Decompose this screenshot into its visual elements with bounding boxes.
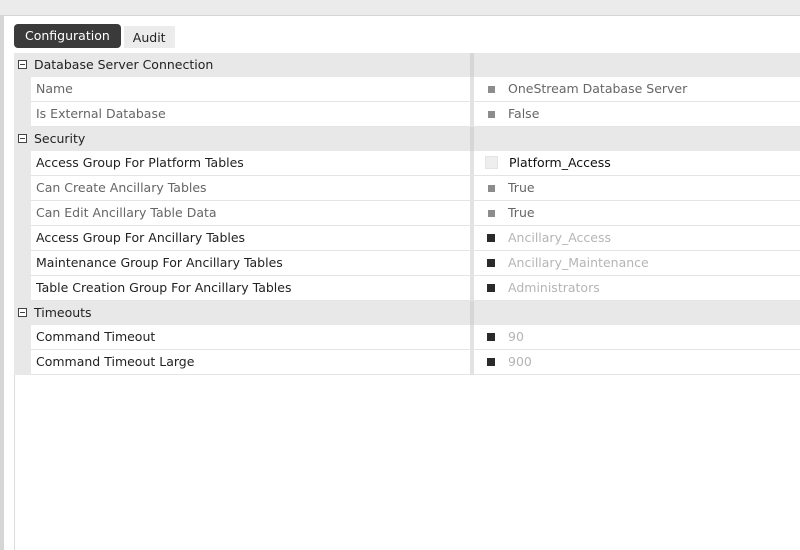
left-panel-edge bbox=[0, 16, 4, 550]
column-splitter bbox=[470, 176, 474, 200]
column-splitter bbox=[470, 201, 474, 225]
row-gutter bbox=[14, 325, 31, 350]
property-row-command-timeout[interactable]: Command Timeout 90 bbox=[14, 325, 800, 350]
category-security[interactable]: Security bbox=[14, 127, 800, 151]
property-row-can-edit-ancillary-table-data[interactable]: Can Edit Ancillary Table Data True bbox=[14, 201, 800, 226]
property-value[interactable]: Platform_Access bbox=[509, 151, 611, 175]
row-gutter bbox=[14, 350, 31, 375]
category-label: Security bbox=[34, 131, 86, 146]
property-row-table-creation-group-ancillary-tables[interactable]: Table Creation Group For Ancillary Table… bbox=[14, 276, 800, 301]
property-value: False bbox=[508, 106, 540, 121]
inherited-indicator-icon bbox=[487, 333, 495, 341]
column-splitter bbox=[470, 251, 474, 275]
column-splitter[interactable] bbox=[470, 53, 474, 77]
column-splitter bbox=[470, 226, 474, 250]
property-label: Access Group For Ancillary Tables bbox=[36, 230, 246, 245]
property-row-access-group-platform-tables[interactable]: Access Group For Platform Tables Platfor… bbox=[14, 151, 800, 176]
tab-audit[interactable]: Audit bbox=[123, 26, 175, 48]
column-splitter bbox=[470, 77, 474, 101]
category-label: Database Server Connection bbox=[34, 57, 214, 72]
property-value[interactable]: 900 bbox=[508, 350, 532, 374]
row-gutter bbox=[14, 77, 31, 102]
property-label: Name bbox=[36, 81, 73, 96]
property-label: Table Creation Group For Ancillary Table… bbox=[36, 280, 292, 295]
row-gutter bbox=[14, 201, 31, 226]
property-label: Maintenance Group For Ancillary Tables bbox=[36, 255, 283, 270]
top-toolbar-strip bbox=[0, 0, 800, 16]
property-row-command-timeout-large[interactable]: Command Timeout Large 900 bbox=[14, 350, 800, 375]
property-label: Access Group For Platform Tables bbox=[36, 155, 244, 170]
column-splitter[interactable] bbox=[470, 301, 474, 325]
inherited-indicator-icon bbox=[487, 284, 495, 292]
property-row-name[interactable]: Name OneStream Database Server bbox=[14, 77, 800, 102]
column-splitter bbox=[470, 350, 474, 374]
collapse-icon[interactable] bbox=[18, 308, 27, 317]
tab-bar: Configuration Audit bbox=[14, 24, 175, 48]
inherited-indicator-icon bbox=[487, 259, 495, 267]
property-row-maintenance-group-ancillary-tables[interactable]: Maintenance Group For Ancillary Tables A… bbox=[14, 251, 800, 276]
column-splitter bbox=[470, 325, 474, 349]
column-splitter[interactable] bbox=[470, 127, 474, 151]
readonly-indicator-icon bbox=[488, 111, 495, 118]
column-splitter bbox=[470, 102, 474, 126]
property-value: OneStream Database Server bbox=[508, 81, 688, 96]
property-row-can-create-ancillary-tables[interactable]: Can Create Ancillary Tables True bbox=[14, 176, 800, 201]
property-label: Can Edit Ancillary Table Data bbox=[36, 205, 217, 220]
row-gutter bbox=[14, 276, 31, 301]
property-row-is-external-database[interactable]: Is External Database False bbox=[14, 102, 800, 127]
row-gutter bbox=[14, 251, 31, 276]
property-value: True bbox=[508, 180, 535, 195]
category-label: Timeouts bbox=[34, 305, 92, 320]
property-grid: Database Server Connection Name OneStrea… bbox=[14, 53, 800, 375]
category-timeouts[interactable]: Timeouts bbox=[14, 301, 800, 325]
column-splitter bbox=[470, 151, 474, 175]
category-database-server-connection[interactable]: Database Server Connection bbox=[14, 53, 800, 77]
property-value[interactable]: Ancillary_Access bbox=[508, 226, 611, 250]
inherited-indicator-icon bbox=[487, 358, 495, 366]
collapse-icon[interactable] bbox=[18, 134, 27, 143]
row-gutter bbox=[14, 102, 31, 127]
value-indicator-icon bbox=[485, 156, 498, 169]
property-row-access-group-ancillary-tables[interactable]: Access Group For Ancillary Tables Ancill… bbox=[14, 226, 800, 251]
row-gutter bbox=[14, 176, 31, 201]
readonly-indicator-icon bbox=[488, 185, 495, 192]
row-gutter bbox=[14, 151, 31, 176]
row-gutter bbox=[14, 226, 31, 251]
property-label: Command Timeout Large bbox=[36, 354, 195, 369]
property-value: True bbox=[508, 205, 535, 220]
readonly-indicator-icon bbox=[488, 210, 495, 217]
property-label: Command Timeout bbox=[36, 329, 156, 344]
collapse-icon[interactable] bbox=[18, 60, 27, 69]
property-label: Can Create Ancillary Tables bbox=[36, 180, 207, 195]
property-value[interactable]: Ancillary_Maintenance bbox=[508, 251, 649, 275]
property-value[interactable]: Administrators bbox=[508, 276, 600, 300]
grid-left-border bbox=[14, 375, 15, 550]
property-label: Is External Database bbox=[36, 106, 166, 121]
inherited-indicator-icon bbox=[487, 234, 495, 242]
tab-configuration[interactable]: Configuration bbox=[14, 24, 121, 48]
property-value[interactable]: 90 bbox=[508, 325, 524, 349]
readonly-indicator-icon bbox=[488, 86, 495, 93]
column-splitter bbox=[470, 276, 474, 300]
